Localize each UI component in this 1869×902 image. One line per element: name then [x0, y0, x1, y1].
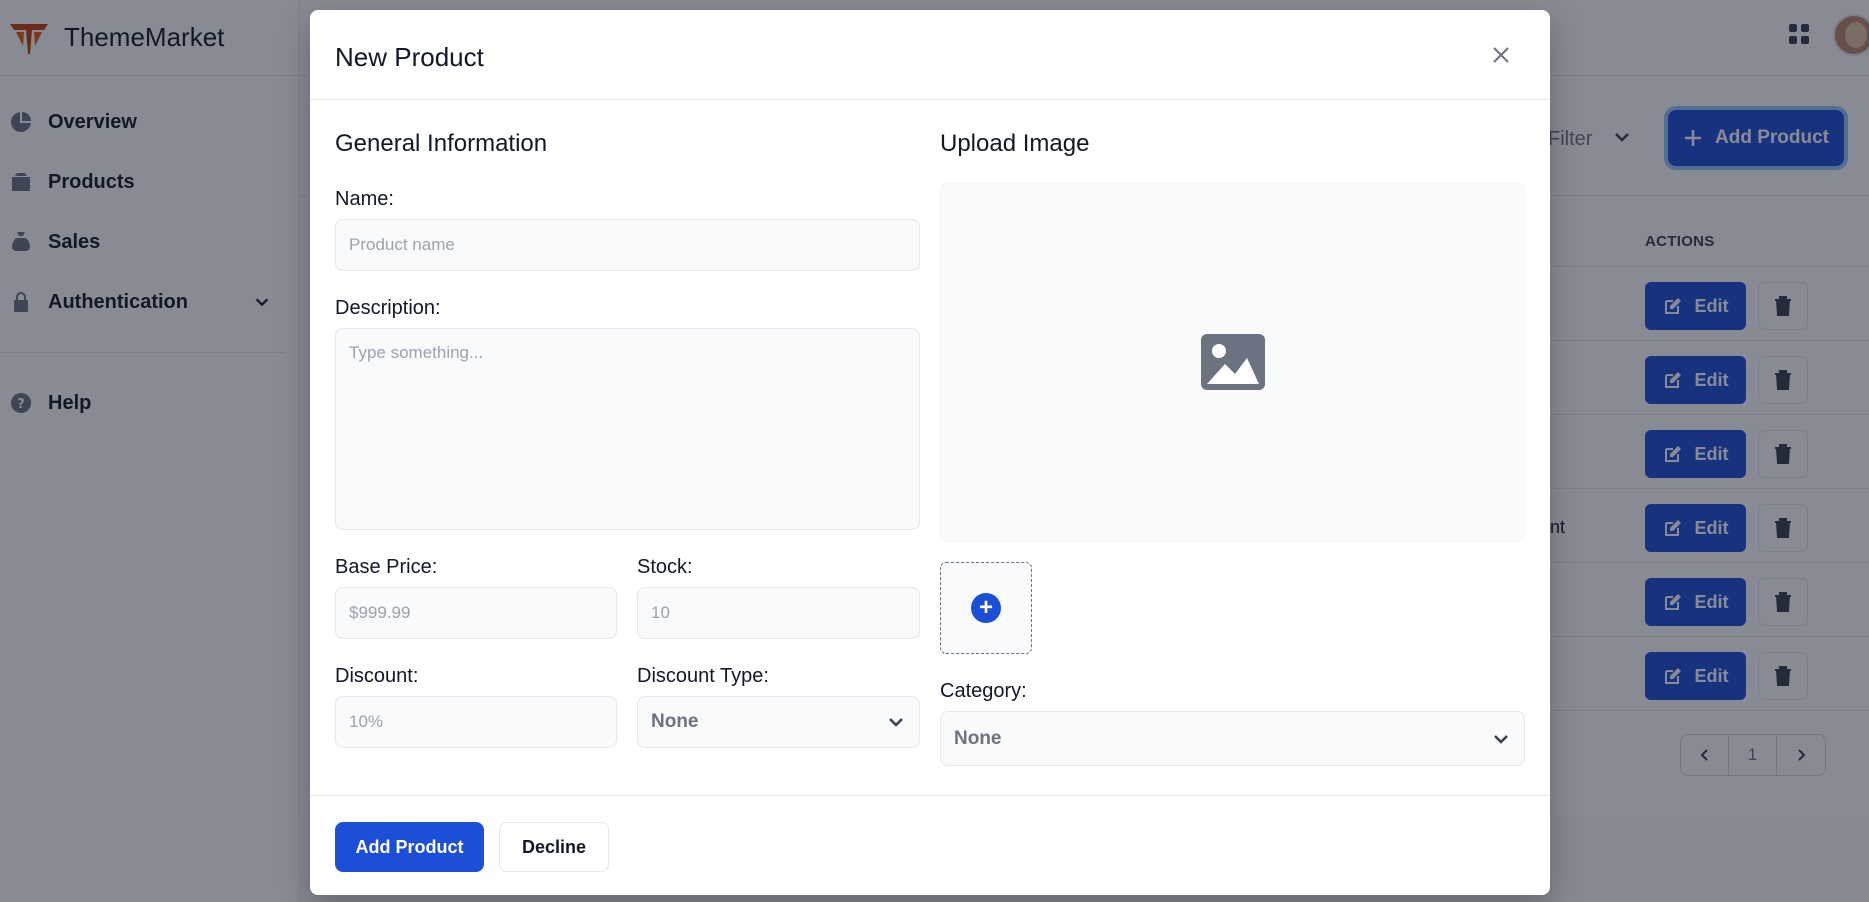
- add-image-button[interactable]: +: [940, 562, 1032, 654]
- discount-field[interactable]: 10%: [335, 696, 617, 748]
- image-preview[interactable]: [940, 182, 1525, 542]
- stock-label: Stock:: [637, 556, 693, 578]
- modal-header: New Product: [310, 10, 1550, 100]
- add-product-submit-button[interactable]: Add Product: [335, 822, 484, 872]
- discount-type-group: Discount Type: None: [637, 665, 920, 748]
- name-field[interactable]: Product name: [335, 219, 920, 271]
- image-placeholder-icon: [1200, 334, 1265, 390]
- name-label: Name:: [335, 188, 394, 210]
- discount-type-value: None: [651, 711, 699, 732]
- chevron-down-icon: [889, 718, 903, 727]
- category-label: Category:: [940, 680, 1027, 702]
- decline-button[interactable]: Decline: [499, 822, 609, 872]
- description-label: Description:: [335, 297, 441, 319]
- general-information-title: General Information: [335, 130, 548, 157]
- category-value: None: [954, 727, 1002, 749]
- discount-label: Discount:: [335, 665, 419, 687]
- discount-type-label: Discount Type:: [637, 665, 769, 687]
- stock-group: Stock: 10: [637, 556, 920, 639]
- discount-row: Discount: 10% Discount Type: None: [335, 665, 920, 748]
- general-information-section: General Information Name: Product name D…: [335, 130, 920, 748]
- chevron-down-icon: [1494, 734, 1508, 744]
- upload-image-title: Upload Image: [940, 130, 1090, 157]
- upload-image-section: Upload Image + Category: None: [940, 130, 1525, 766]
- description-field[interactable]: Type something...: [335, 328, 920, 530]
- plus-icon: +: [971, 593, 1001, 623]
- modal-title: New Product: [335, 42, 484, 72]
- close-icon: [1493, 47, 1509, 63]
- new-product-modal: New Product General Information Name: Pr…: [310, 10, 1550, 895]
- stock-field[interactable]: 10: [637, 587, 920, 639]
- modal-footer: Add Product Decline: [310, 795, 1550, 895]
- base-price-label: Base Price:: [335, 556, 438, 578]
- base-price-group: Base Price: $999.99: [335, 556, 617, 639]
- base-price-field[interactable]: $999.99: [335, 587, 617, 639]
- discount-type-select[interactable]: None: [637, 696, 920, 748]
- category-select[interactable]: None: [940, 711, 1525, 766]
- discount-group: Discount: 10%: [335, 665, 617, 748]
- close-button[interactable]: [1490, 44, 1514, 68]
- price-stock-row: Base Price: $999.99 Stock: 10: [335, 556, 920, 639]
